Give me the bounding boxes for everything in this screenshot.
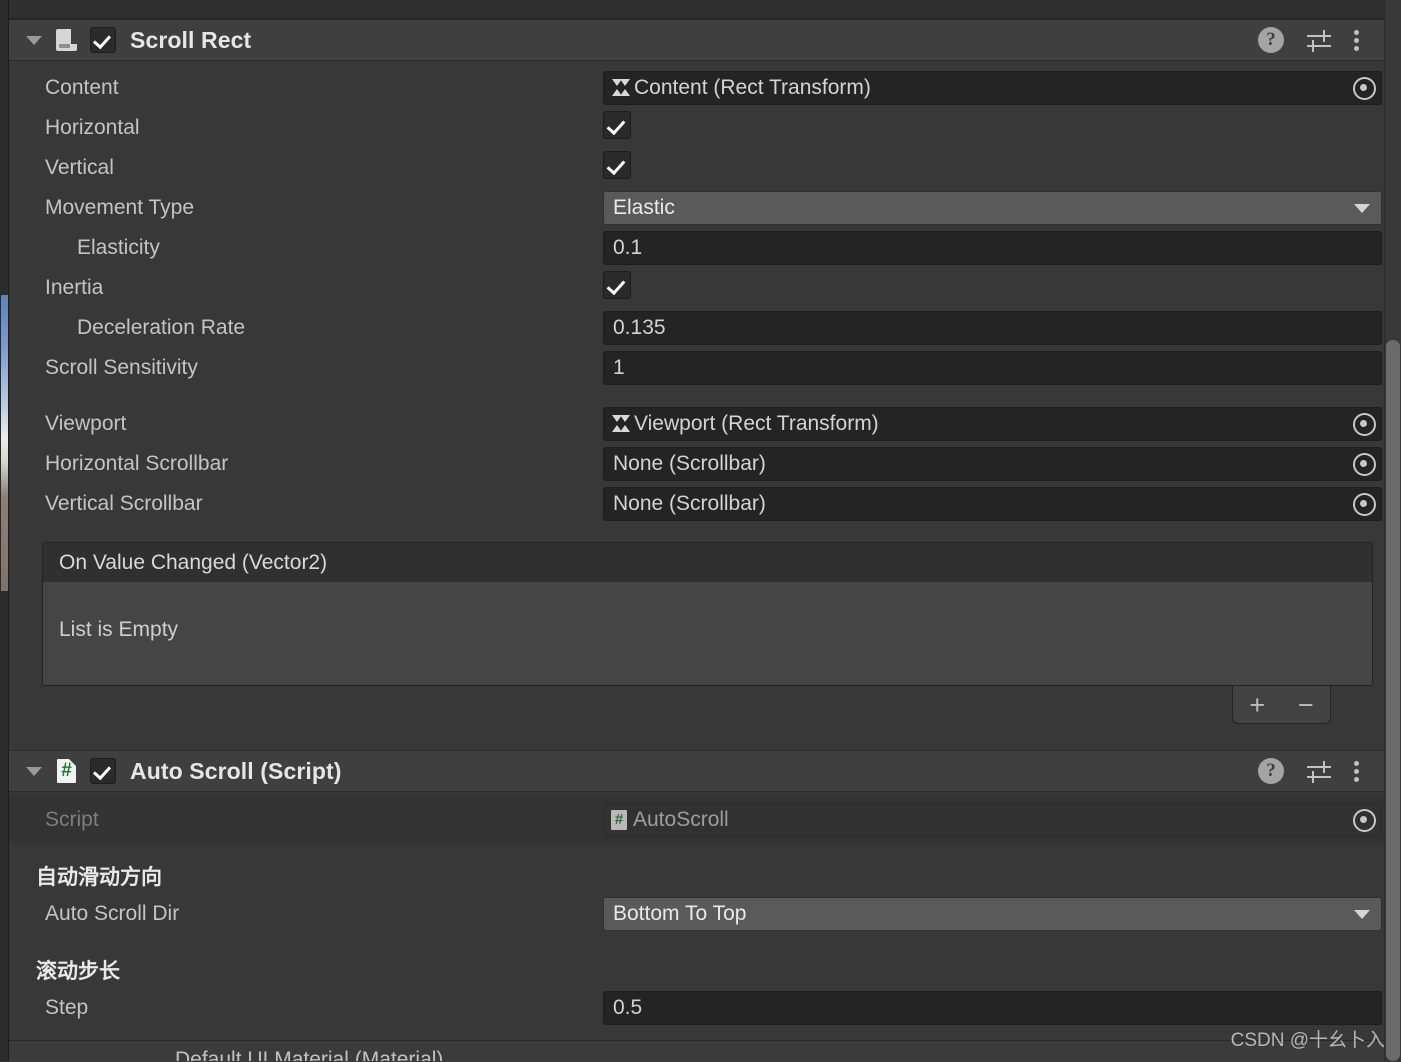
label-step: Step: [45, 996, 89, 1019]
content-object-value: Content (Rect Transform): [634, 76, 871, 99]
elasticity-input[interactable]: 0.1: [603, 231, 1382, 265]
rect-transform-icon: [609, 413, 631, 435]
on-value-changed-title: On Value Changed (Vector2): [59, 551, 328, 574]
horizontal-scrollbar-object-field[interactable]: None (Scrollbar): [603, 447, 1382, 481]
deceleration-rate-input[interactable]: 0.135: [603, 311, 1382, 345]
row-elasticity: Elasticity 0.1: [9, 228, 1384, 268]
adjacent-panel-color-strip: [1, 295, 8, 591]
row-inertia: Inertia: [9, 268, 1384, 308]
on-value-changed-list: List is Empty: [42, 582, 1373, 686]
scroll-sensitivity-input[interactable]: 1: [603, 351, 1382, 385]
help-icon[interactable]: ?: [1258, 758, 1284, 784]
row-horizontal: Horizontal: [9, 108, 1384, 148]
chevron-down-icon: [1354, 204, 1370, 213]
component-enabled-checkbox-scroll-rect[interactable]: [90, 27, 116, 53]
inspector-window: Scroll Rect ? Content Content (Rect Tran…: [0, 0, 1401, 1062]
csharp-script-icon: #: [55, 758, 79, 784]
row-vertical-scrollbar: Vertical Scrollbar None (Scrollbar): [9, 484, 1384, 524]
script-object-field: # AutoScroll: [603, 803, 1382, 837]
label-content: Content: [45, 76, 119, 99]
label-horizontal-scrollbar: Horizontal Scrollbar: [45, 452, 229, 475]
component-header-auto-scroll[interactable]: # Auto Scroll (Script) ?: [9, 750, 1384, 792]
row-horizontal-scrollbar: Horizontal Scrollbar None (Scrollbar): [9, 444, 1384, 484]
vertical-scrollbar-picker-icon[interactable]: [1347, 488, 1381, 520]
horizontal-scrollbar-value: None (Scrollbar): [613, 452, 766, 475]
label-movement-type: Movement Type: [45, 196, 195, 219]
foldout-arrow-scroll-rect[interactable]: [26, 35, 42, 45]
on-value-changed-header[interactable]: On Value Changed (Vector2): [42, 542, 1373, 582]
row-vertical: Vertical: [9, 148, 1384, 188]
component-header-scroll-rect[interactable]: Scroll Rect ?: [9, 19, 1384, 61]
content-object-picker-icon[interactable]: [1347, 72, 1381, 104]
auto-scroll-dir-value: Bottom To Top: [613, 902, 747, 925]
row-content: Content Content (Rect Transform): [9, 68, 1384, 108]
row-step: Step 0.5: [9, 988, 1384, 1028]
viewport-object-field[interactable]: Viewport (Rect Transform): [603, 407, 1382, 441]
add-listener-button[interactable]: +: [1233, 690, 1282, 720]
preset-icon[interactable]: [1306, 27, 1332, 53]
more-menu-icon[interactable]: [1354, 27, 1362, 53]
watermark: CSDN @十幺卜入: [1230, 1030, 1385, 1051]
label-scroll-sensitivity: Scroll Sensitivity: [45, 356, 198, 379]
inertia-checkbox[interactable]: [603, 271, 631, 299]
auto-scroll-dir-dropdown[interactable]: Bottom To Top: [603, 897, 1382, 931]
row-movement-type: Movement Type Elastic: [9, 188, 1384, 228]
row-auto-scroll-dir: Auto Scroll Dir Bottom To Top: [9, 894, 1384, 934]
foldout-arrow-auto-scroll[interactable]: [26, 766, 42, 776]
inspector-top-gutter: [9, 0, 1384, 18]
label-deceleration-rate: Deceleration Rate: [77, 316, 246, 339]
viewport-object-value: Viewport (Rect Transform): [634, 412, 879, 435]
row-deceleration-rate: Deceleration Rate 0.135: [9, 308, 1384, 348]
vertical-scrollbar-object-field[interactable]: None (Scrollbar): [603, 487, 1382, 521]
chevron-down-icon: [1354, 910, 1370, 919]
event-list-buttons: + −: [1232, 686, 1331, 724]
movement-type-value: Elastic: [613, 196, 675, 219]
row-script: Script # AutoScroll: [9, 800, 1384, 840]
vertical-scrollbar-value: None (Scrollbar): [613, 492, 766, 515]
label-vertical-scrollbar: Vertical Scrollbar: [45, 492, 203, 515]
csharp-script-icon: #: [610, 809, 630, 831]
label-horizontal: Horizontal: [45, 116, 140, 139]
header-auto-scroll-dir-cn: 自动滑动方向: [36, 866, 162, 889]
component-title-scroll-rect: Scroll Rect: [130, 26, 252, 53]
script-object-value: AutoScroll: [633, 808, 729, 831]
label-vertical: Vertical: [45, 156, 114, 179]
row-scroll-sensitivity: Scroll Sensitivity 1: [9, 348, 1384, 388]
horizontal-checkbox[interactable]: [603, 111, 631, 139]
list-empty-text: List is Empty: [59, 618, 179, 641]
horizontal-scrollbar-picker-icon[interactable]: [1347, 448, 1381, 480]
row-viewport: Viewport Viewport (Rect Transform): [9, 404, 1384, 444]
content-object-field[interactable]: Content (Rect Transform): [603, 71, 1382, 105]
step-input[interactable]: 0.5: [603, 991, 1382, 1025]
more-menu-icon[interactable]: [1354, 758, 1362, 784]
viewport-object-picker-icon[interactable]: [1347, 408, 1381, 440]
vertical-checkbox[interactable]: [603, 151, 631, 179]
movement-type-dropdown[interactable]: Elastic: [603, 191, 1382, 225]
help-icon[interactable]: ?: [1258, 27, 1284, 53]
label-inertia: Inertia: [45, 276, 104, 299]
label-script: Script: [45, 808, 99, 831]
component-title-auto-scroll: Auto Scroll (Script): [130, 757, 342, 784]
partial-row-value: Default UI Material (Material): [175, 1048, 444, 1061]
scroll-rect-icon: [55, 28, 79, 52]
label-viewport: Viewport: [45, 412, 127, 435]
header-step-cn: 滚动步长: [36, 960, 120, 983]
label-auto-scroll-dir: Auto Scroll Dir: [45, 902, 180, 925]
vertical-scrollbar-thumb[interactable]: [1386, 340, 1400, 1061]
script-object-picker-icon[interactable]: [1347, 804, 1381, 836]
label-elasticity: Elasticity: [77, 236, 160, 259]
preset-icon[interactable]: [1306, 758, 1332, 784]
remove-listener-button[interactable]: −: [1282, 690, 1331, 720]
component-enabled-checkbox-auto-scroll[interactable]: [90, 758, 116, 784]
rect-transform-icon: [609, 77, 631, 99]
